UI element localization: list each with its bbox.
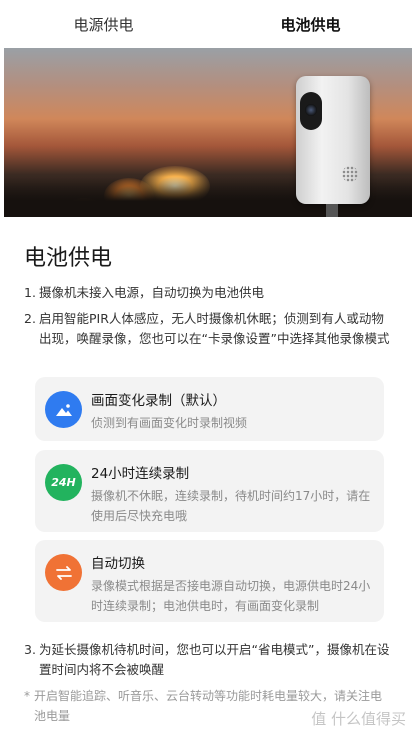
camera-lens [300,92,322,130]
note-number: 2. [24,311,36,326]
camera-device-image [296,76,370,217]
mode-title: 自动切换 [91,556,145,572]
tab-bar: 电源供电 电池供电 [0,0,414,48]
24h-icon: 24H [45,464,82,501]
note-number: 1. [24,285,36,300]
hero-image [4,48,412,217]
tab-label: 电池供电 [280,15,341,34]
mode-desc: 录像模式根据是否接电源自动切换，电源供电时24小时连续录制；电池供电时，有画面变… [91,579,371,613]
tab-battery-supply[interactable]: 电池供电 [207,0,414,48]
mode-card-auto-switch[interactable]: 自动切换 录像模式根据是否接电源自动切换，电源供电时24小时连续录制；电池供电时… [35,540,384,622]
footnote-star: * [24,689,30,703]
mode-title: 画面变化录制（默认） [91,393,226,409]
mode-card-24h-record[interactable]: 24H 24小时连续录制 摄像机不休眠，连续录制，待机时间约17小时，请在使用后… [35,450,384,532]
tab-label: 电源供电 [73,15,134,34]
note-item: 3. 为延长摄像机待机时间，您也可以开启“省电模式”，摄像机在设置时间内将不会被… [24,640,396,680]
note-text: 摄像机未接入电源，自动切换为电池供电 [39,285,265,300]
section-title: 电池供电 [24,246,113,271]
switch-icon [45,554,82,591]
mode-card-motion-record[interactable]: 画面变化录制（默认） 侦测到有画面变化时录制视频 [35,377,384,441]
camera-stand [326,204,338,217]
mode-desc: 侦测到有画面变化时录制视频 [91,416,248,430]
note-text: 为延长摄像机待机时间，您也可以开启“省电模式”，摄像机在设置时间内将不会被唤醒 [39,642,390,677]
mode-title: 24小时连续录制 [91,466,190,482]
note-number: 3. [24,642,36,657]
tab-power-supply[interactable]: 电源供电 [0,0,207,48]
note-item: 1. 摄像机未接入电源，自动切换为电池供电 [24,283,394,303]
mode-desc: 摄像机不休眠，连续录制，待机时间约17小时，请在使用后尽快充电哦 [91,489,371,523]
image-icon [45,391,82,428]
note-text: 启用智能PIR人体感应，无人时摄像机休眠；侦测到有人或动物出现，唤醒录像，您也可… [39,311,390,346]
note-item: 2. 启用智能PIR人体感应，无人时摄像机休眠；侦测到有人或动物出现，唤醒录像，… [24,309,396,349]
watermark: 值 什么值得买 [311,710,406,728]
speaker-grill [342,166,358,182]
